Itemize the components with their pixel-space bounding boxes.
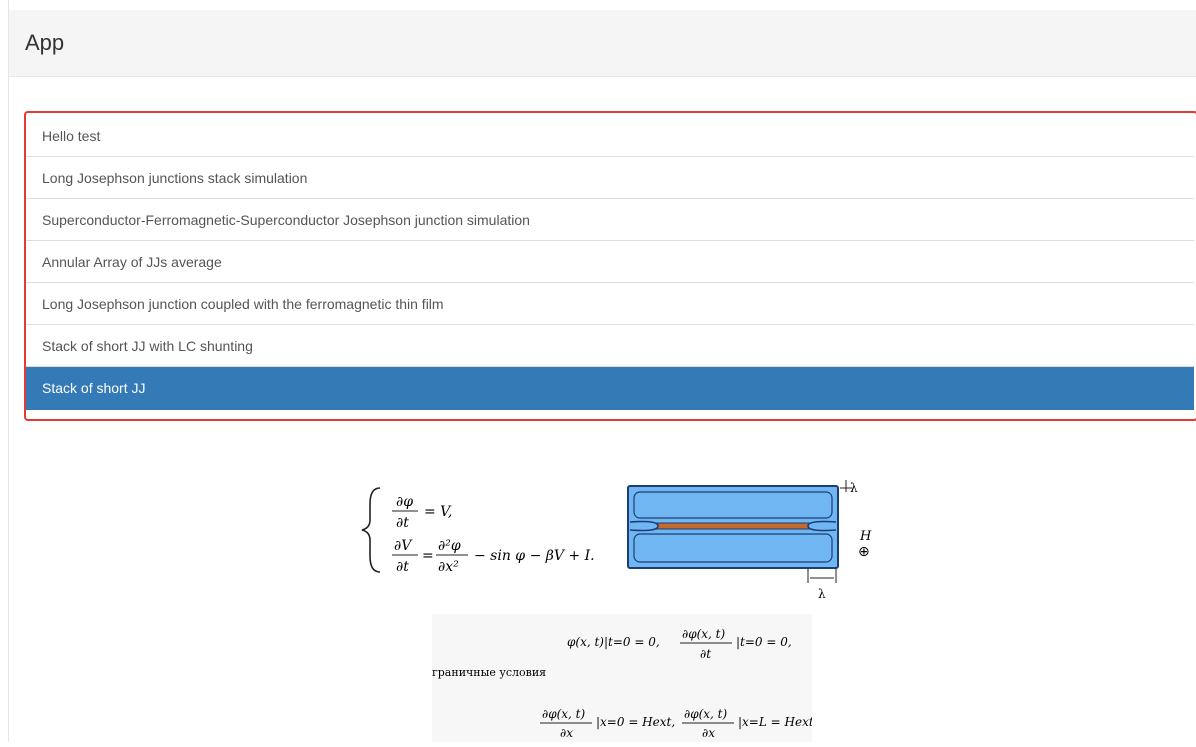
bc1-rhs: |x=0 = Hext,: [596, 715, 675, 729]
bc1-den: ∂x: [560, 726, 573, 740]
lambda-top-label: λ: [850, 481, 858, 495]
initial-condition: φ(x, t)|t=0 = 0,: [567, 635, 660, 649]
navbar: App: [9, 10, 1196, 77]
page-left-border: [8, 0, 9, 742]
bc2-num: ∂φ(x, t): [684, 707, 728, 721]
eq1-rhs: = V,: [424, 504, 452, 520]
equations-svg: ∂φ ∂t = V, ∂V ∂t = ∂²φ ∂x² − sin φ − βV …: [361, 480, 872, 601]
list-item[interactable]: Superconductor-Ferromagnetic-Superconduc…: [26, 199, 1194, 241]
list-item[interactable]: Annular Array of JJs average: [26, 241, 1194, 283]
eq2-rhs: − sin φ − βV + I.: [474, 548, 595, 564]
conditions-svg: φ(x, t)|t=0 = 0, ∂φ(x, t) ∂t |t=0 = 0, г…: [432, 627, 814, 740]
eq2-mid-den: ∂x²: [438, 559, 459, 575]
initial2-den: ∂t: [700, 647, 711, 661]
equations-figure: ∂φ ∂t = V, ∂V ∂t = ∂²φ ∂x² − sin φ − βV …: [358, 468, 888, 608]
list-item[interactable]: Long Josephson junction coupled with the…: [26, 283, 1194, 325]
app-title[interactable]: App: [25, 30, 64, 56]
simulation-list-box: Hello test Long Josephson junctions stac…: [24, 111, 1196, 421]
lambda-bottom-label: λ: [818, 587, 826, 601]
bc1-num: ∂φ(x, t): [542, 707, 586, 721]
junction-diagram: λ λ H ⊕: [627, 480, 872, 601]
eq2-den: ∂t: [396, 559, 409, 575]
initial2-num: ∂φ(x, t): [682, 627, 726, 641]
svg-text:=: =: [422, 548, 434, 564]
list-item[interactable]: Long Josephson junctions stack simulatio…: [26, 157, 1194, 199]
list-item[interactable]: Hello test: [26, 115, 1194, 157]
eq2-mid-num: ∂²φ: [438, 538, 461, 554]
eq2-num: ∂V: [394, 538, 413, 554]
bc2-den: ∂x: [702, 726, 715, 740]
list-item[interactable]: Stack of short JJ with LC shunting: [26, 325, 1194, 367]
initial2-rhs: |t=0 = 0,: [736, 635, 792, 649]
eq1-den: ∂t: [396, 515, 409, 531]
boundary-conditions-label: граничные условия: [432, 666, 546, 679]
simulation-list: Hello test Long Josephson junctions stac…: [26, 115, 1194, 410]
field-direction-icon: ⊕: [858, 544, 870, 560]
brace: [361, 487, 381, 573]
list-item-selected[interactable]: Stack of short JJ: [26, 367, 1194, 410]
field-h-label: H: [859, 529, 872, 544]
conditions-figure: φ(x, t)|t=0 = 0, ∂φ(x, t) ∂t |t=0 = 0, г…: [432, 614, 814, 742]
eq1-num: ∂φ: [396, 494, 413, 510]
bc2-rhs: |x=L = Hext: [738, 715, 812, 729]
